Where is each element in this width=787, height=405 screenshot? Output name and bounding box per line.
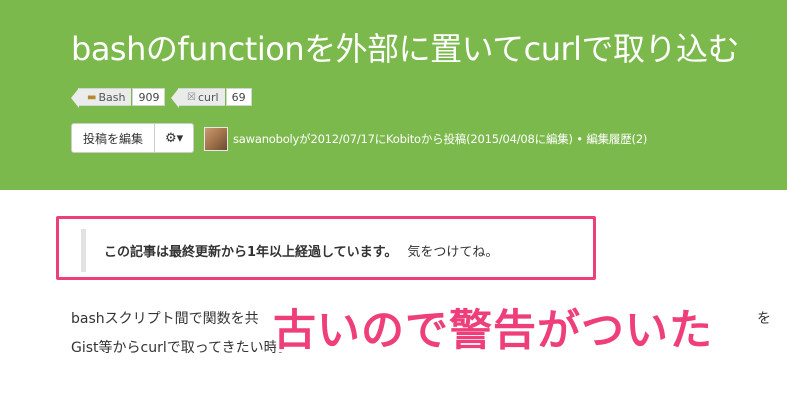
- edit-post-button[interactable]: 投稿を編集: [72, 124, 154, 152]
- warning-light-text: 気をつけてね。: [407, 245, 499, 260]
- gear-icon: ⚙▾: [165, 130, 184, 146]
- outdated-warning: この記事は最終更新から1年以上経過しています。 気をつけてね。: [104, 241, 498, 260]
- tag-bash[interactable]: ▬ Bash 909: [70, 88, 166, 108]
- article-action-group: 投稿を編集 ⚙▾: [71, 123, 195, 153]
- article-body: bashスクリプト間で関数を共 Gist等からcurlで取ってきたい時。: [71, 305, 292, 363]
- tag-bash-label: Bash: [98, 90, 126, 104]
- body-line-1: bashスクリプト間で関数を共: [71, 311, 259, 327]
- body-line-2: Gist等からcurlで取ってきたい時。: [71, 340, 292, 356]
- bash-tag-icon: ▬: [87, 91, 97, 103]
- warning-strong-text: この記事は最終更新から1年以上経過しています。: [104, 245, 398, 260]
- warning-quote-bar: [81, 229, 86, 272]
- article-title: bashのfunctionを外部に置いてcurlで取り込む: [71, 30, 740, 68]
- gear-menu-button[interactable]: ⚙▾: [154, 124, 193, 152]
- curl-tag-icon: ☒: [187, 91, 196, 103]
- tag-bash-name-wrap: ▬ Bash: [70, 88, 132, 108]
- author-avatar[interactable]: [204, 127, 228, 151]
- tag-curl[interactable]: ☒ curl 69: [171, 88, 252, 108]
- tag-curl-label: curl: [197, 90, 219, 104]
- article-header: bashのfunctionを外部に置いてcurlで取り込む ▬ Bash 909…: [0, 0, 787, 190]
- tag-curl-count: 69: [225, 88, 252, 106]
- annotation-overlay-text: 古いので警告がついた: [273, 306, 713, 356]
- body-line-1-end: を: [757, 311, 771, 327]
- post-meta[interactable]: sawanobolyが2012/07/17にKobitoから投稿(2015/04…: [233, 131, 647, 147]
- tag-bash-count: 909: [132, 88, 166, 106]
- tag-curl-name-wrap: ☒ curl: [171, 88, 225, 108]
